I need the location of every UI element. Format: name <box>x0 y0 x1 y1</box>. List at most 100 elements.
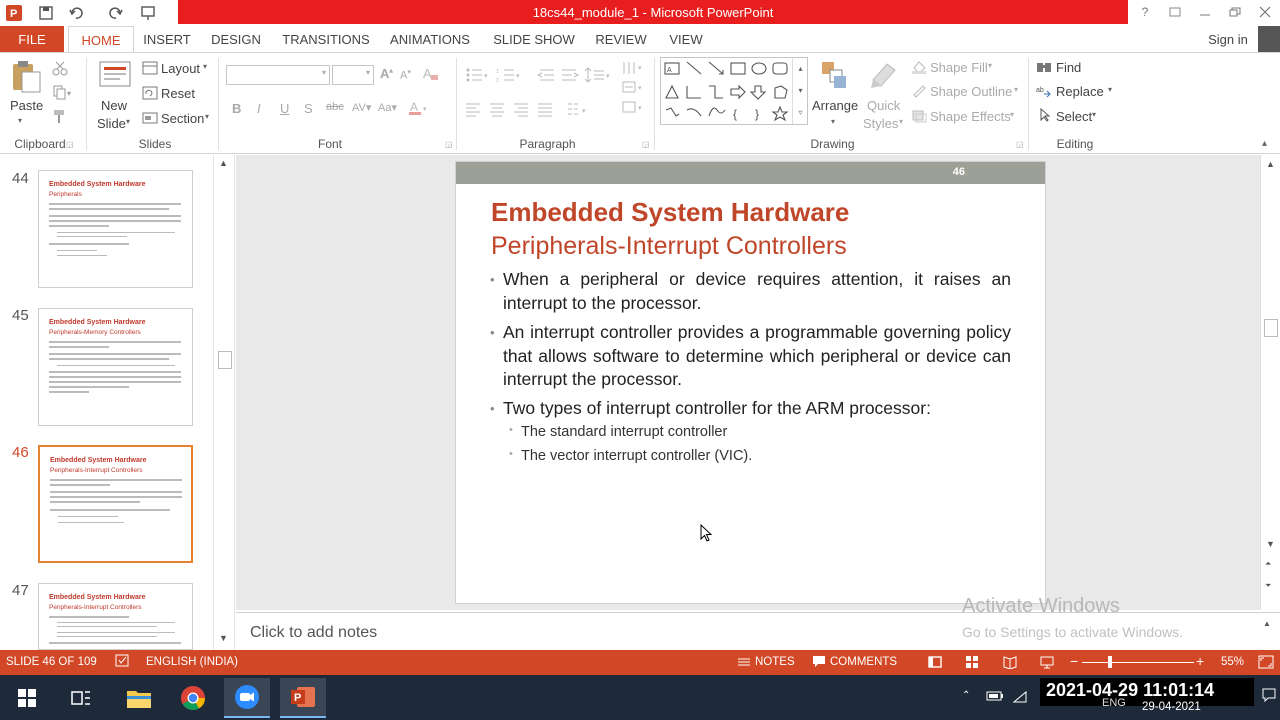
redo-icon[interactable] <box>106 3 126 23</box>
spell-check-icon[interactable] <box>115 654 131 668</box>
fit-to-window-icon[interactable] <box>1258 655 1274 669</box>
reset-button[interactable]: Reset <box>161 86 195 101</box>
shape-fill-button[interactable]: Shape Fill <box>930 60 988 75</box>
arrange-button[interactable]: Arrange <box>812 98 858 113</box>
select-button[interactable]: Select <box>1056 109 1092 124</box>
close-button[interactable] <box>1250 2 1280 22</box>
replace-button[interactable]: Replace <box>1056 84 1104 99</box>
zoom-level[interactable]: 55% <box>1221 656 1244 668</box>
new-slide-label[interactable]: New <box>101 98 127 113</box>
change-case-icon[interactable]: Aa▾ <box>378 101 397 114</box>
undo-icon[interactable] <box>66 3 86 23</box>
collapse-ribbon-icon[interactable]: ▴ <box>1262 138 1267 149</box>
bullet-item[interactable]: When a peripheral or device requires att… <box>490 268 1011 315</box>
quick-styles-label[interactable]: Quick <box>867 98 900 113</box>
zoom-out-button[interactable]: − <box>1070 653 1078 669</box>
new-slide-icon[interactable] <box>98 60 132 90</box>
shapes-gallery[interactable]: A { } ▴ ▾ ▿ <box>660 57 808 125</box>
slide-thumbnail-45[interactable]: Embedded System Hardware Peripherals-Mem… <box>38 308 193 426</box>
next-slide-icon[interactable]: ⏷ <box>1265 581 1271 591</box>
powerpoint-taskbar-icon[interactable]: P <box>280 678 326 718</box>
show-hidden-icons[interactable]: ⌃ <box>962 690 970 701</box>
replace-dropdown-icon[interactable]: ▾ <box>1108 85 1112 94</box>
section-dropdown-icon[interactable]: ▾ <box>205 112 209 121</box>
tab-home[interactable]: HOME <box>68 26 134 53</box>
sub-bullet-item[interactable]: The vector interrupt controller (VIC). <box>509 448 752 464</box>
zoom-in-button[interactable]: + <box>1196 653 1204 669</box>
chrome-icon[interactable] <box>170 678 216 718</box>
drawing-launcher-icon[interactable]: ◲ <box>1016 140 1024 149</box>
current-slide[interactable]: 46 Embedded System Hardware Peripherals-… <box>455 161 1046 604</box>
scroll-down-icon[interactable]: ▼ <box>1266 539 1275 549</box>
save-icon[interactable] <box>36 3 56 23</box>
thumbnail-scrollbar[interactable]: ▲ ▼ <box>213 155 235 650</box>
arrange-dropdown-icon[interactable]: ▾ <box>831 117 835 126</box>
shapes-scroll[interactable]: ▴ ▾ ▿ <box>792 58 808 124</box>
slide-sorter-icon[interactable] <box>965 655 979 669</box>
sign-in-link[interactable]: Sign in <box>1200 26 1256 52</box>
language-indicator[interactable]: ENGLISH (INDIA) <box>146 656 238 668</box>
slide-thumbnail-46[interactable]: Embedded System Hardware Peripherals-Int… <box>38 445 193 563</box>
paragraph-launcher-icon[interactable]: ◲ <box>642 140 650 149</box>
select-dropdown-icon[interactable]: ▾ <box>1092 110 1096 119</box>
user-avatar[interactable] <box>1258 26 1280 52</box>
italic-button[interactable]: I <box>257 101 261 116</box>
paste-dropdown-icon[interactable]: ▾ <box>18 116 22 125</box>
scroll-thumb[interactable] <box>218 351 232 369</box>
slide-show-icon[interactable] <box>1040 655 1054 669</box>
slide-scrollbar[interactable]: ▲ ▼ ⏶ ⏷ <box>1260 155 1280 610</box>
increase-font-icon[interactable]: A▴ <box>380 66 393 81</box>
quick-styles-dropdown-icon[interactable]: ▾ <box>899 117 903 126</box>
bold-button[interactable]: B <box>232 101 241 116</box>
help-button[interactable]: ? <box>1130 2 1160 22</box>
underline-button[interactable]: U <box>280 101 289 116</box>
notes-placeholder[interactable]: Click to add notes <box>250 624 377 642</box>
taskbar-date[interactable]: 29-04-2021 <box>1142 701 1201 713</box>
input-language[interactable]: ENG <box>1102 697 1126 709</box>
tab-insert[interactable]: INSERT <box>138 26 196 52</box>
find-button[interactable]: Find <box>1056 60 1081 75</box>
reading-view-icon[interactable] <box>1003 655 1017 669</box>
bullet-item[interactable]: Two types of interrupt controller for th… <box>490 397 1011 421</box>
paste-button[interactable]: Paste <box>10 98 43 113</box>
paste-icon[interactable] <box>10 60 42 94</box>
slide-subtitle[interactable]: Peripherals-Interrupt Controllers <box>491 232 847 261</box>
clipboard-launcher-icon[interactable]: ◲ <box>66 140 74 149</box>
task-view-icon[interactable] <box>58 678 104 718</box>
character-spacing-icon[interactable]: AV▾ <box>352 101 371 114</box>
format-painter-icon[interactable] <box>52 108 68 124</box>
shape-outline-dropdown-icon[interactable]: ▾ <box>1014 85 1018 94</box>
cut-icon[interactable] <box>52 60 68 76</box>
strikethrough-icon[interactable]: abc <box>326 101 344 113</box>
quick-styles-label-2[interactable]: Styles <box>863 116 898 131</box>
font-color-icon[interactable]: A ▾ <box>408 100 430 116</box>
quick-styles-icon[interactable] <box>869 60 899 92</box>
sub-bullet-item[interactable]: The standard interrupt controller <box>509 424 727 440</box>
comments-button[interactable]: COMMENTS <box>830 656 897 668</box>
scroll-thumb[interactable] <box>1264 319 1278 337</box>
slide-title[interactable]: Embedded System Hardware <box>491 197 849 228</box>
tab-view[interactable]: VIEW <box>662 26 710 52</box>
shape-fill-dropdown-icon[interactable]: ▾ <box>988 61 992 70</box>
notes-scroll-up-icon[interactable]: ▲ <box>1263 619 1271 628</box>
previous-slide-icon[interactable]: ⏶ <box>1265 559 1271 569</box>
bullet-item[interactable]: An interrupt controller provides a progr… <box>490 321 1011 392</box>
windows-start-icon[interactable] <box>4 678 50 718</box>
shape-effects-button[interactable]: Shape Effects <box>930 109 1011 124</box>
restore-button[interactable] <box>1220 2 1250 22</box>
ribbon-display-icon[interactable] <box>1160 2 1190 22</box>
normal-view-icon[interactable] <box>928 655 942 669</box>
section-button[interactable]: Section <box>161 111 204 126</box>
font-launcher-icon[interactable]: ◲ <box>445 140 453 149</box>
slide-thumbnail-47[interactable]: Embedded System Hardware Peripherals-Int… <box>38 583 193 650</box>
minimize-button[interactable] <box>1190 2 1220 22</box>
tab-animations[interactable]: ANIMATIONS <box>382 26 478 52</box>
wifi-icon[interactable] <box>1012 690 1028 704</box>
arrange-icon[interactable] <box>820 60 848 90</box>
shape-effects-dropdown-icon[interactable]: ▾ <box>1010 110 1014 119</box>
copy-icon[interactable]: ▾ <box>52 84 74 100</box>
new-slide-label-2[interactable]: Slide <box>97 116 126 131</box>
tab-transitions[interactable]: TRANSITIONS <box>278 26 374 52</box>
font-name-combo[interactable]: ▾ <box>226 65 330 85</box>
zoom-slider-thumb[interactable] <box>1108 656 1112 668</box>
